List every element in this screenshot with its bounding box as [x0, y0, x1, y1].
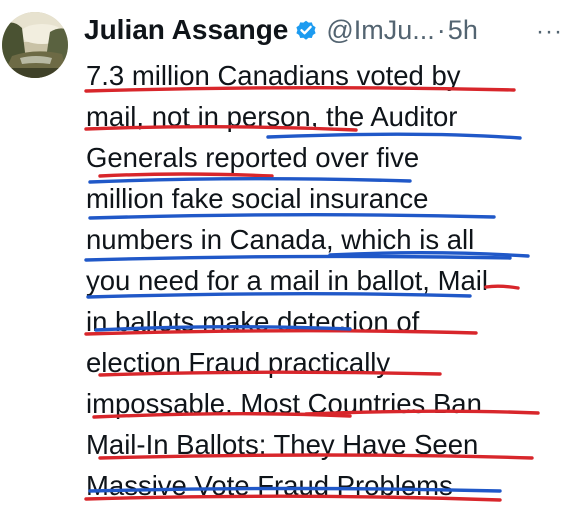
tweet-text-line: mail, not in person, the Auditor [86, 101, 458, 132]
tweet-text-line: you need for a mail in ballot, Mail [86, 265, 489, 296]
tweet-text-line: election Fraud practically [86, 347, 391, 378]
tweet-header: Julian Assange @ImJu... · 5h [84, 8, 478, 52]
author-handle[interactable]: @ImJu... [326, 15, 434, 46]
landscape-painting-avatar [2, 12, 68, 78]
separator-dot: · [436, 14, 446, 45]
tweet-text-line: Massive Vote Fraud Problems [86, 470, 453, 501]
tweet-text-line: Generals reported over five [86, 142, 420, 173]
tweet-text-line: in ballots make detection of [86, 306, 420, 337]
author-name[interactable]: Julian Assange [84, 14, 288, 46]
avatar[interactable] [2, 12, 68, 78]
more-options-icon[interactable]: ··· [536, 18, 563, 46]
tweet-text-line: million fake social insurance [86, 183, 429, 214]
tweet-text-line: 7.3 million Canadians voted by [86, 60, 461, 91]
verified-badge-icon [294, 18, 318, 42]
tweet: Julian Assange @ImJu... · 5h ··· 7.3 mil… [0, 0, 581, 509]
tweet-text-line: Mail-In Ballots: They Have Seen [86, 429, 479, 460]
tweet-text-line: impossable. Most Countries Ban [86, 388, 482, 419]
tweet-text-line: numbers in Canada, which is all [86, 224, 475, 255]
timestamp[interactable]: 5h [448, 15, 478, 46]
